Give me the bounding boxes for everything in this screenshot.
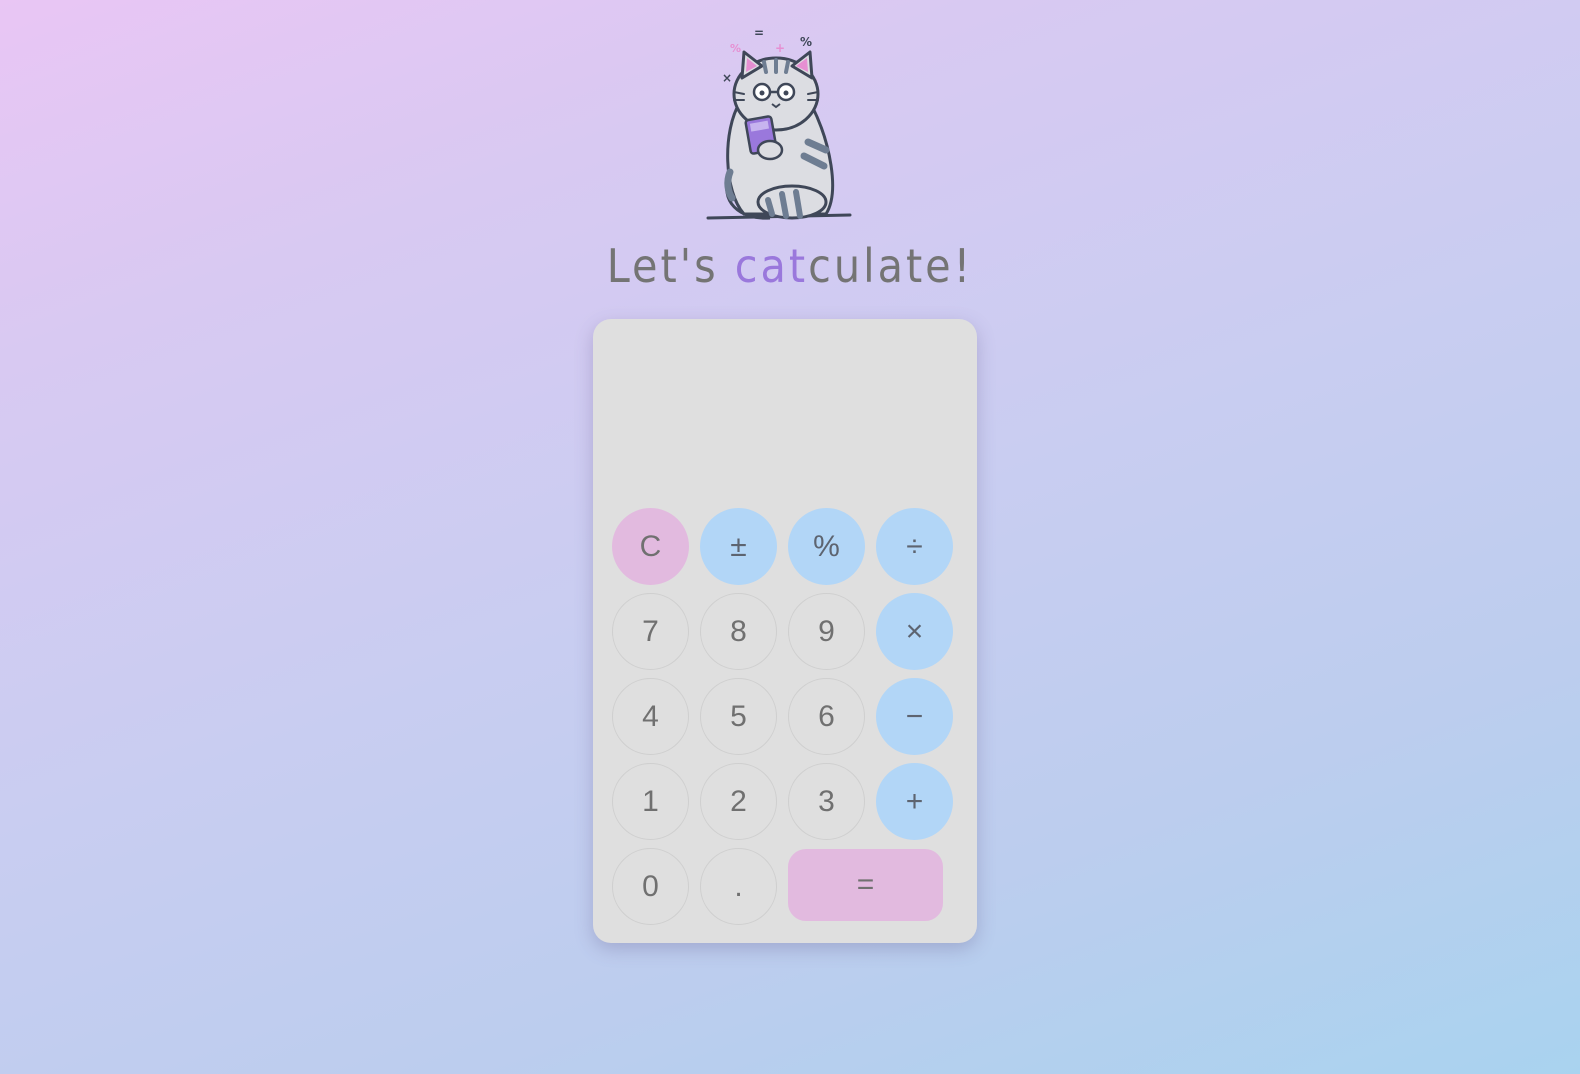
digit-5-button[interactable]: 5: [700, 678, 777, 755]
calculator: C ± % ÷ 7 8 9 × 4 5 6 − 1 2 3 + 0 . =: [593, 319, 977, 943]
add-button[interactable]: +: [876, 763, 953, 840]
calculator-display: [613, 339, 957, 489]
digit-3-button[interactable]: 3: [788, 763, 865, 840]
divide-button[interactable]: ÷: [876, 508, 953, 585]
title-accent-cat: cat: [734, 239, 809, 293]
svg-text:×: ×: [722, 71, 732, 85]
digit-6-button[interactable]: 6: [788, 678, 865, 755]
title-part-one: Let's: [606, 239, 735, 293]
digit-9-button[interactable]: 9: [788, 593, 865, 670]
decimal-button[interactable]: .: [700, 848, 777, 925]
cat-mascot-illustration: = % % + × − ÷: [706, 26, 852, 220]
svg-text:+: +: [775, 41, 785, 55]
digit-1-button[interactable]: 1: [612, 763, 689, 840]
page-title: Let's catculate!: [0, 236, 1580, 296]
svg-text:%: %: [800, 35, 812, 49]
clear-button[interactable]: C: [612, 508, 689, 585]
subtract-button[interactable]: −: [876, 678, 953, 755]
digit-7-button[interactable]: 7: [612, 593, 689, 670]
svg-text:%: %: [730, 42, 741, 55]
digit-8-button[interactable]: 8: [700, 593, 777, 670]
multiply-button[interactable]: ×: [876, 593, 953, 670]
title-part-two: culate!: [808, 239, 974, 293]
digit-2-button[interactable]: 2: [700, 763, 777, 840]
digit-0-button[interactable]: 0: [612, 848, 689, 925]
plus-minus-button[interactable]: ±: [700, 508, 777, 585]
svg-text:=: =: [754, 26, 764, 40]
equals-button[interactable]: =: [788, 849, 943, 921]
percent-button[interactable]: %: [788, 508, 865, 585]
digit-4-button[interactable]: 4: [612, 678, 689, 755]
